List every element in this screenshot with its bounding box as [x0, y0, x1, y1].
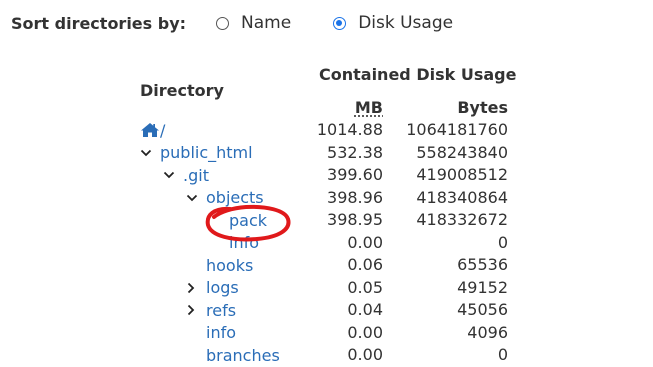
directory-link[interactable]: refs [206, 301, 236, 320]
directory-column-header: Directory [140, 81, 224, 100]
table-row: public_html 532.38 558243840 [0, 142, 653, 164]
directory-link[interactable]: hooks [206, 256, 253, 275]
mb-value: 0.00 [347, 232, 383, 252]
table-row: pack 398.95 418332672 [0, 209, 653, 231]
mb-value: 0.04 [347, 300, 383, 319]
table-row: logs 0.05 49152 [0, 277, 653, 299]
directory-cell: hooks [186, 254, 253, 276]
directory-cell: pack [209, 209, 267, 231]
directory-link[interactable]: branches [206, 346, 280, 365]
directory-cell: branches [186, 344, 280, 366]
directory-link[interactable]: .git [183, 166, 209, 185]
bytes-value: 419008512 [416, 165, 508, 184]
directory-link[interactable]: logs [206, 278, 239, 297]
bytes-value: 4096 [467, 322, 508, 342]
table-row: .git 399.60 419008512 [0, 164, 653, 186]
contained-disk-usage-header: Contained Disk Usage [319, 65, 517, 84]
bytes-value: 49152 [457, 277, 508, 297]
directory-link[interactable]: info [229, 233, 259, 252]
directory-cell: refs [186, 299, 236, 321]
directory-cell: info [209, 232, 259, 254]
table-row: info 0.00 0 [0, 232, 653, 254]
table-row: refs 0.04 45056 [0, 299, 653, 321]
mb-value: 1014.88 [316, 120, 383, 139]
directory-cell: / [140, 119, 165, 141]
directory-cell: objects [186, 187, 264, 209]
bytes-value: 65536 [457, 255, 508, 274]
directory-link[interactable]: pack [229, 211, 267, 230]
table-row: objects 398.96 418340864 [0, 187, 653, 209]
sort-bar: Sort directories by: Name Disk Usage [11, 10, 495, 36]
home-icon[interactable] [140, 122, 160, 138]
chevron-down-icon[interactable] [186, 187, 202, 209]
sort-by-name-radio[interactable] [216, 16, 230, 30]
directory-cell: public_html [140, 142, 253, 164]
directory-cell: logs [186, 277, 239, 299]
directory-cell: .git [163, 164, 209, 186]
chevron-right-icon[interactable] [186, 299, 202, 321]
bytes-value: 0 [497, 232, 508, 252]
bytes-value: 418340864 [416, 187, 508, 207]
sort-by-name-option[interactable]: Name [216, 13, 291, 33]
sort-by-disk-usage-label[interactable]: Disk Usage [358, 13, 453, 33]
table-row: / 1014.88 1064181760 [0, 119, 653, 141]
table-row: branches 0.00 0 [0, 344, 653, 366]
bytes-value: 0 [497, 345, 508, 364]
mb-value: 398.95 [327, 210, 383, 229]
sort-label: Sort directories by: [11, 13, 187, 33]
directory-link[interactable]: objects [206, 188, 264, 207]
mb-value: 0.00 [347, 322, 383, 342]
directory-link[interactable]: public_html [160, 143, 253, 162]
mb-value: 0.05 [347, 277, 383, 297]
bytes-value: 45056 [457, 300, 508, 319]
table-row: info 0.00 4096 [0, 322, 653, 344]
directory-cell: info [186, 322, 236, 344]
directory-link[interactable]: info [206, 323, 236, 342]
chevron-down-icon[interactable] [163, 164, 179, 186]
bytes-value: 558243840 [416, 142, 508, 162]
mb-value: 0.00 [347, 345, 383, 364]
bytes-value: 418332672 [416, 210, 508, 229]
table-row: hooks 0.06 65536 [0, 254, 653, 276]
directory-link[interactable]: / [160, 121, 165, 140]
mb-value: 398.96 [327, 187, 383, 207]
sort-by-disk-usage-radio[interactable] [333, 16, 347, 30]
mb-column-header: MB [354, 98, 383, 117]
sort-by-name-label[interactable]: Name [241, 13, 291, 33]
bytes-column-header: Bytes [457, 98, 508, 117]
mb-value: 532.38 [327, 142, 383, 162]
mb-value: 0.06 [347, 255, 383, 274]
sort-by-disk-usage-option[interactable]: Disk Usage [333, 13, 453, 33]
chevron-right-icon[interactable] [186, 277, 202, 299]
mb-value: 399.60 [327, 165, 383, 184]
bytes-value: 1064181760 [406, 120, 508, 139]
chevron-down-icon[interactable] [140, 142, 156, 164]
